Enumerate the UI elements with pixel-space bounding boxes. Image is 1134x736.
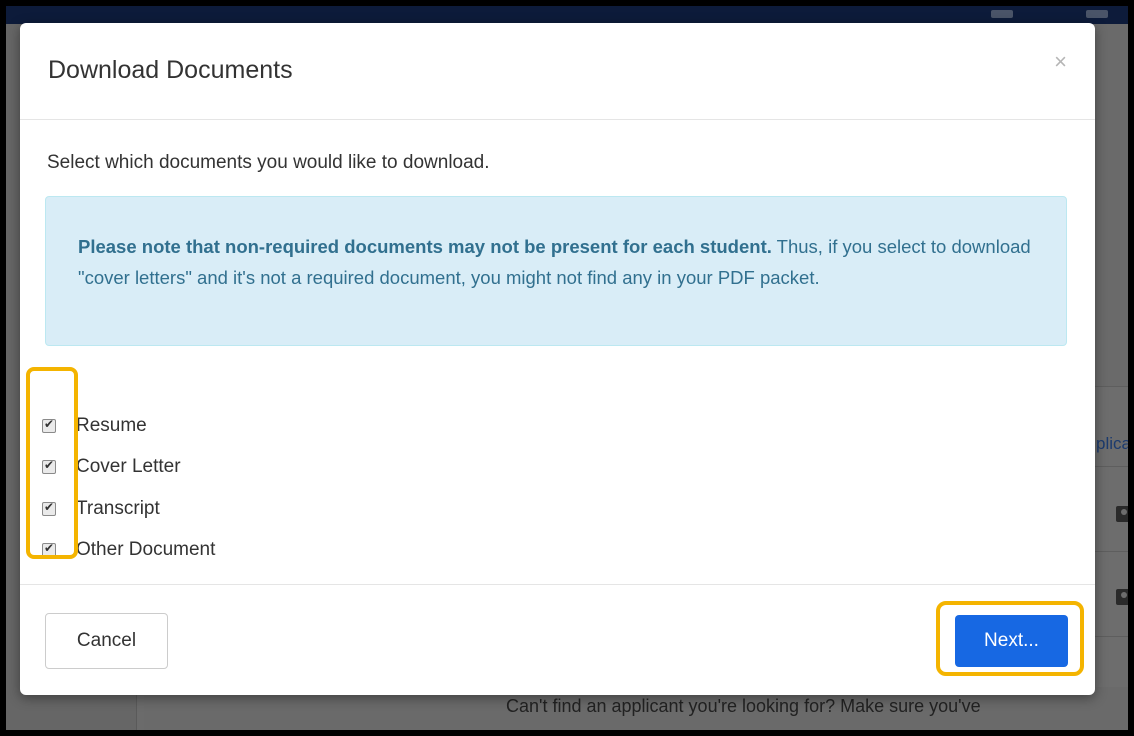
contact-card-icon	[1116, 506, 1128, 522]
modal-title: Download Documents	[48, 56, 293, 84]
modal-body: Select which documents you would like to…	[20, 120, 1095, 585]
cancel-button[interactable]: Cancel	[45, 613, 168, 669]
info-notice: Please note that non-required documents …	[45, 196, 1067, 346]
modal-footer: Cancel Next...	[20, 584, 1095, 696]
background-applicants-link: plica	[1096, 434, 1128, 453]
cover-letter-label[interactable]: Cover Letter	[76, 456, 181, 478]
document-option-resume: Resume	[42, 405, 215, 447]
modal-header: Download Documents ×	[20, 23, 1095, 120]
other-document-checkbox[interactable]	[42, 541, 56, 558]
background-help-text: Can't find an applicant you're looking f…	[506, 696, 981, 716]
transcript-checkbox[interactable]	[42, 500, 56, 516]
top-bar-menu-icon	[991, 10, 1013, 18]
other-document-label[interactable]: Other Document	[76, 539, 215, 561]
contact-card-icon	[1116, 589, 1128, 605]
top-bar-user-icon	[1086, 10, 1108, 18]
next-button[interactable]: Next...	[955, 615, 1068, 667]
document-option-transcript: Transcript	[42, 488, 215, 530]
cover-letter-checkbox[interactable]	[42, 458, 56, 475]
background-top-bar	[6, 6, 1128, 24]
transcript-label[interactable]: Transcript	[76, 498, 160, 520]
intro-text: Select which documents you would like to…	[47, 152, 490, 173]
resume-label[interactable]: Resume	[76, 415, 147, 437]
notice-bold-text: Please note that non-required documents …	[78, 236, 772, 257]
document-checkbox-list: Resume Cover Letter Transcript Other Doc…	[42, 405, 215, 571]
document-option-cover-letter: Cover Letter	[42, 447, 215, 489]
document-option-other-document: Other Document	[42, 530, 215, 572]
close-icon[interactable]: ×	[1054, 51, 1067, 73]
resume-checkbox[interactable]	[42, 417, 56, 433]
download-documents-modal: Download Documents × Select which docume…	[20, 23, 1095, 695]
